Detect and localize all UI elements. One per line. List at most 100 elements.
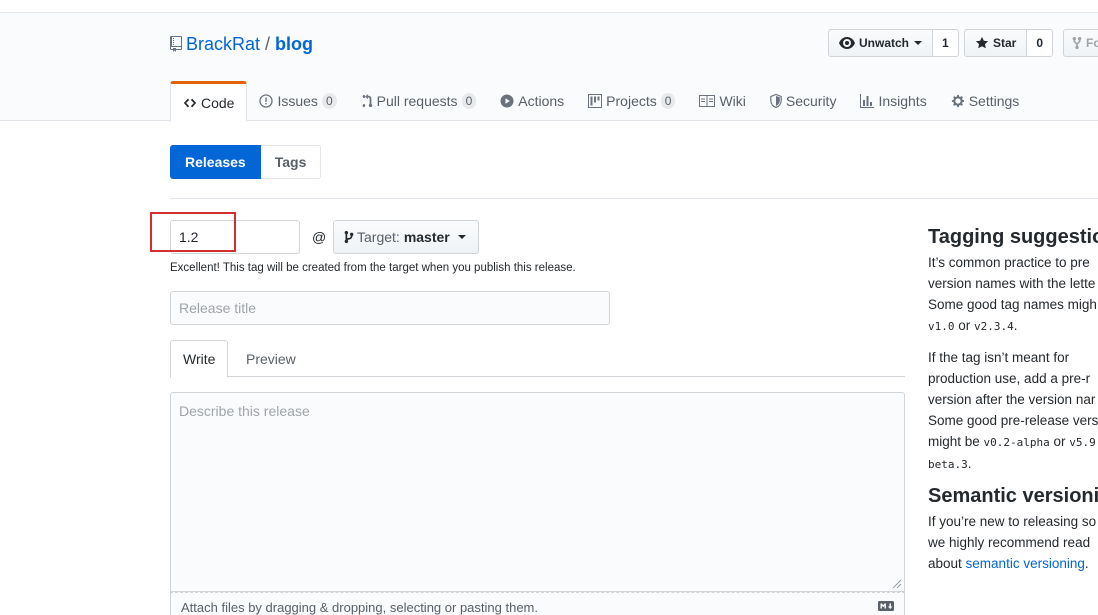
tab-wiki[interactable]: Wiki <box>687 81 757 121</box>
star-group: Star 0 <box>964 29 1054 57</box>
semver-about: about <box>928 556 966 571</box>
semver-heading: Semantic versionin <box>928 485 1098 507</box>
fork-group: Fo <box>1063 29 1098 57</box>
pre-example-3: beta.3 <box>928 458 968 471</box>
tags-tab[interactable]: Tags <box>260 145 322 179</box>
tab-pull-requests-label: Pull requests <box>376 93 458 109</box>
at-symbol: @ <box>312 229 327 245</box>
pull-requests-counter: 0 <box>461 93 477 109</box>
project-icon <box>588 94 603 108</box>
semver-line-2: we highly recommend read <box>928 535 1091 550</box>
tagging-line-1: It’s common practice to pre <box>928 255 1090 270</box>
tab-projects[interactable]: Projects 0 <box>576 81 687 121</box>
gear-icon <box>951 94 964 108</box>
eye-icon <box>839 37 855 49</box>
prerelease-line-1: If the tag isn’t meant for <box>928 350 1070 365</box>
tab-wiki-label: Wiki <box>719 93 746 109</box>
tag-example-end: . <box>1013 318 1018 333</box>
attach-files-area[interactable]: Attach files by dragging & dropping, sel… <box>170 592 905 615</box>
issue-icon <box>259 94 274 108</box>
watchers-count[interactable]: 1 <box>933 29 959 57</box>
graph-icon <box>860 94 875 108</box>
target-label: Target: <box>357 229 400 245</box>
repo-owner-link[interactable]: BrackRat <box>186 33 260 55</box>
fork-button[interactable]: Fo <box>1063 29 1098 57</box>
releases-tab[interactable]: Releases <box>170 145 261 179</box>
resize-handle-icon[interactable] <box>892 579 902 589</box>
fork-icon <box>1072 36 1082 50</box>
stars-count[interactable]: 0 <box>1027 29 1054 57</box>
tab-actions-label: Actions <box>518 93 565 109</box>
star-label: Star <box>993 36 1017 50</box>
book-icon <box>699 95 716 107</box>
play-icon <box>500 94 514 108</box>
releases-subnav: Releases Tags <box>170 145 322 179</box>
fork-label: Fo <box>1086 36 1098 50</box>
prerelease-examples-cont: beta.3. <box>928 453 1098 475</box>
issues-counter: 0 <box>321 93 337 109</box>
semver-end: . <box>1084 556 1089 571</box>
tab-code[interactable]: Code <box>170 81 248 122</box>
write-tab[interactable]: Write <box>170 340 229 378</box>
tag-note: Excellent! This tag will be created from… <box>170 262 576 274</box>
tab-settings[interactable]: Settings <box>939 81 1032 121</box>
chevron-down-icon <box>914 41 923 45</box>
prerelease-line-3: version after the version nar <box>928 392 1096 407</box>
star-button[interactable]: Star <box>964 29 1028 57</box>
repo-name-link[interactable]: blog <box>275 33 313 55</box>
tagging-heading: Tagging suggestion <box>928 226 1098 248</box>
tab-settings-label: Settings <box>968 93 1020 109</box>
release-title-input[interactable]: Release title <box>170 291 610 325</box>
repo-separator: / <box>265 34 271 54</box>
pre-example-2: v5.9 <box>1069 436 1096 449</box>
semantic-versioning-link[interactable]: semantic versioning <box>966 556 1085 571</box>
pre-example-or: or <box>1049 434 1070 449</box>
semver-line-3: about semantic versioning. <box>928 553 1098 574</box>
pull-request-icon <box>362 94 372 108</box>
repo-nav: Code Issues 0 Pull requests 0 Actions Pr… <box>170 81 1032 122</box>
tab-insights-label: Insights <box>878 93 927 109</box>
tab-actions[interactable]: Actions <box>488 81 576 121</box>
tab-issues[interactable]: Issues 0 <box>247 81 348 121</box>
tab-projects-label: Projects <box>606 93 657 109</box>
prerelease-examples: might be v0.2-alpha or v5.9 <box>928 431 1098 453</box>
tag-example-1: v1.0 <box>928 320 955 333</box>
editor-tabs: Write Preview <box>170 340 905 378</box>
tag-example-or: or <box>954 318 975 333</box>
pre-example-end: . <box>967 456 972 471</box>
tagging-line-2: version names with the lette <box>928 276 1096 291</box>
prerelease-line-4: Some good pre-release vers <box>928 413 1098 428</box>
tag-examples: v1.0 or v2.3.4. <box>928 315 1098 337</box>
prerelease-line-2: production use, add a pre-r <box>928 371 1091 386</box>
semver-line-1: If you’re new to releasing so <box>928 514 1097 529</box>
tab-code-label: Code <box>201 95 235 111</box>
release-description-textarea[interactable]: Describe this release <box>170 392 905 592</box>
pre-example-1: v0.2-alpha <box>983 436 1050 449</box>
tab-security[interactable]: Security <box>758 81 849 121</box>
repo-icon <box>170 36 182 52</box>
tab-insights[interactable]: Insights <box>848 81 938 121</box>
star-icon <box>975 36 989 49</box>
target-branch-select[interactable]: Target: master <box>333 220 479 254</box>
tagging-sidebar: Tagging suggestion It’s common practice … <box>928 226 1098 574</box>
watch-group: Unwatch 1 <box>828 29 959 57</box>
section-divider <box>170 198 1098 199</box>
tab-security-label: Security <box>785 93 837 109</box>
tag-example-2: v2.3.4 <box>974 320 1014 333</box>
tab-issues-label: Issues <box>277 93 318 109</box>
projects-counter: 0 <box>660 93 676 109</box>
repo-title: BrackRat / blog <box>170 33 313 55</box>
branch-icon <box>344 230 354 244</box>
highlight-box <box>150 212 236 252</box>
preview-tab[interactable]: Preview <box>234 340 308 377</box>
chevron-down-icon <box>457 235 466 239</box>
code-icon <box>183 98 197 108</box>
target-value: master <box>403 229 450 245</box>
tab-pull-requests[interactable]: Pull requests 0 <box>349 81 489 121</box>
unwatch-button[interactable]: Unwatch <box>828 29 934 57</box>
unwatch-label: Unwatch <box>859 36 910 50</box>
prerelease-might: might be <box>928 434 984 449</box>
shield-icon <box>770 94 782 108</box>
markdown-icon <box>878 601 894 611</box>
tagging-line-3: Some good tag names migh <box>928 297 1097 312</box>
